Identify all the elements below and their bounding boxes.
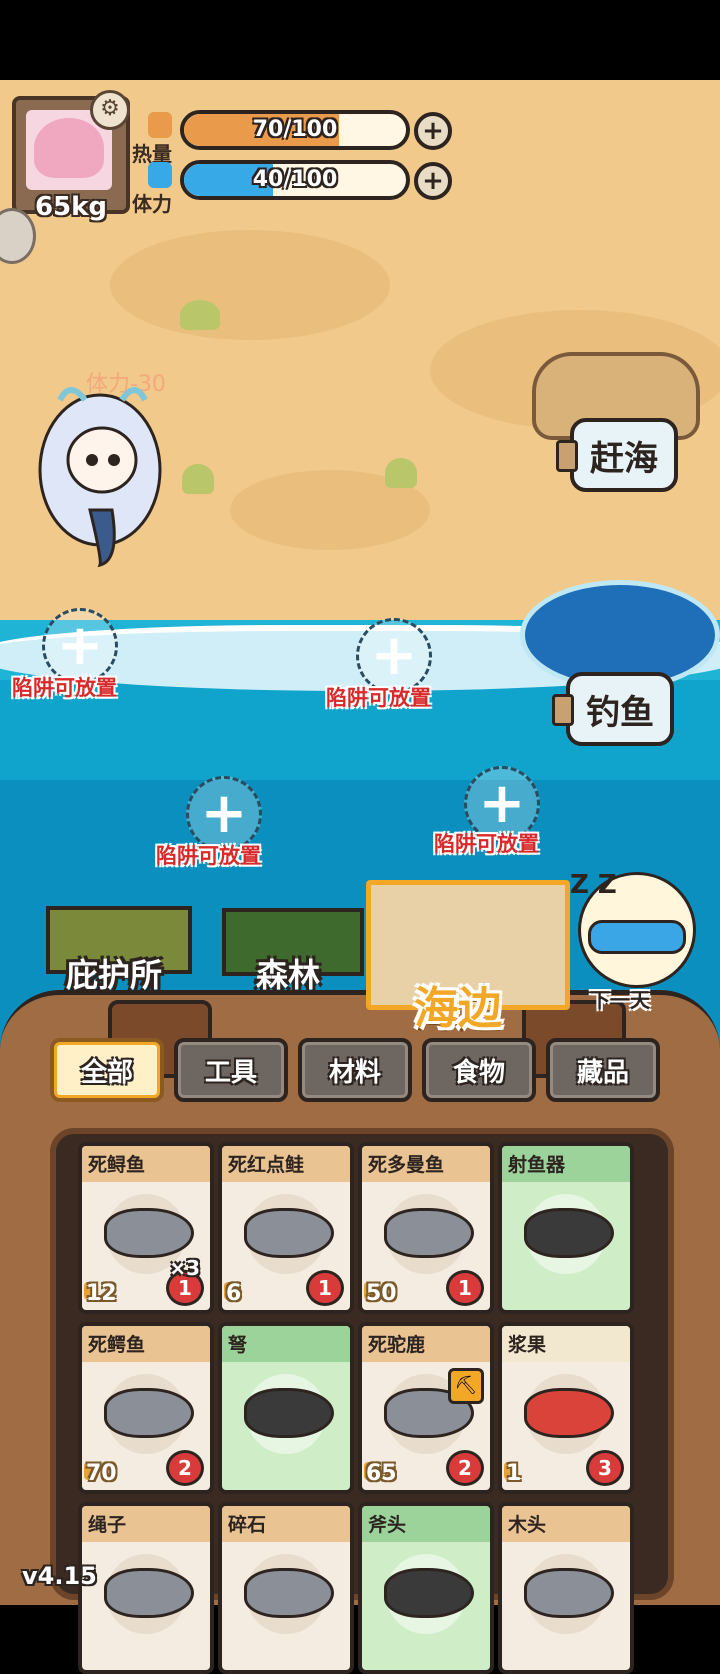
sand-patch [110,230,390,340]
grass-tuft [180,300,220,330]
heat-icon [148,112,172,138]
inventory-item[interactable]: 斧头 [358,1502,494,1674]
inventory-item[interactable]: 绳子 [78,1502,214,1674]
location-beach[interactable]: 海边 [414,972,502,1036]
item-quantity: ×3 [169,1256,200,1280]
food-icon [524,1568,614,1618]
food-icon [244,1568,334,1618]
add-stamina-button[interactable]: + [414,162,452,200]
inventory-item[interactable]: 木头 [498,1502,634,1674]
tab-collectibles[interactable]: 藏品 [546,1038,660,1102]
spoil-days-badge: 2 [166,1450,204,1486]
gather-seaside-label: 赶海 [590,438,658,479]
item-calories: 1 [506,1461,522,1486]
fishing-label: 钓鱼 [586,692,654,733]
inventory-item[interactable]: 死红点鲑 6 1 [218,1142,354,1314]
item-name: 绳子 [88,1514,127,1536]
trap-slot-1-label: 陷阱可放置 [12,676,117,700]
spoil-days-badge: 3 [586,1450,624,1486]
shovel-icon: ⛏ [448,1368,484,1404]
next-day-button[interactable]: 下一天 [590,984,650,1013]
inventory-item[interactable]: 死鲟鱼 12 1 ×3 [78,1142,214,1314]
inventory-item[interactable]: 死多曼鱼 50 1 [358,1142,494,1314]
food-icon [104,1568,194,1618]
inventory-item[interactable]: 碎石 [218,1502,354,1674]
food-icon [104,1208,194,1258]
inventory-item[interactable]: 弩 [218,1322,354,1494]
item-calories: 65 [366,1461,397,1486]
fishing-button[interactable]: 钓鱼 [552,672,674,746]
portrait-hair [34,118,104,178]
inventory-item[interactable]: 死鳄鱼 70 2 [78,1322,214,1494]
item-calories: 6 [226,1281,242,1306]
sleep-z-icon: Z Z [570,870,617,900]
item-name: 弩 [228,1334,248,1356]
grass-tuft [385,458,417,488]
settings-gear-icon[interactable]: ⚙ [90,90,130,130]
item-name: 死红点鲑 [228,1154,305,1176]
tool-icon [244,1388,334,1438]
spoil-days-badge: 2 [446,1450,484,1486]
item-name: 碎石 [228,1514,267,1536]
spoil-days-badge: 1 [306,1270,344,1306]
item-name: 死鲟鱼 [88,1154,146,1176]
trap-slot-3-label: 陷阱可放置 [156,844,261,868]
tool-icon [524,1208,614,1258]
heat-bar: 70/100 [180,110,410,150]
food-icon [104,1388,194,1438]
tab-food[interactable]: 食物 [422,1038,536,1102]
item-name: 死驼鹿 [368,1334,426,1356]
player-weight: 65kg [34,192,108,222]
trap-slot-4-label: 陷阱可放置 [434,832,539,856]
berry-icon [524,1388,614,1438]
item-name: 木头 [508,1514,547,1536]
heat-value: 70/100 [252,117,338,142]
inventory-item[interactable]: 死驼鹿 65 2 ⛏ [358,1322,494,1494]
inventory-item[interactable]: 射鱼器 [498,1142,634,1314]
tab-all[interactable]: 全部 [50,1038,164,1102]
sleep-mask-icon [588,920,686,954]
mermaid-character[interactable] [30,380,170,570]
bottle-cork-icon [552,694,574,726]
item-name: 斧头 [368,1514,407,1536]
stamina-value: 40/100 [252,167,338,192]
add-heat-button[interactable]: + [414,112,452,150]
stamina-label: 体力 [132,192,172,216]
item-calories: 12 [86,1281,117,1306]
spoil-days-badge: 1 [446,1270,484,1306]
item-name: 死鳄鱼 [88,1334,146,1356]
location-shelter[interactable]: 庇护所 [66,950,162,996]
stamina-bar: 40/100 [180,160,410,200]
food-icon [244,1208,334,1258]
inventory-item[interactable]: 浆果 1 3 [498,1322,634,1494]
lightning-icon [148,162,172,188]
item-calories: 50 [366,1281,397,1306]
tab-materials[interactable]: 材料 [298,1038,412,1102]
status-bar [0,0,720,80]
tab-tools[interactable]: 工具 [174,1038,288,1102]
location-forest[interactable]: 森林 [256,950,320,996]
item-calories: 70 [86,1461,117,1486]
bottle-cork-icon [556,440,578,472]
version-label: v4.15 [22,1562,97,1590]
item-name: 浆果 [508,1334,547,1356]
gather-seaside-button[interactable]: 赶海 [556,418,678,492]
item-name: 死多曼鱼 [368,1154,445,1176]
trap-slot-2-label: 陷阱可放置 [326,686,431,710]
item-name: 射鱼器 [508,1154,566,1176]
food-icon [384,1208,474,1258]
grass-tuft [182,464,214,494]
tool-icon [384,1568,474,1618]
